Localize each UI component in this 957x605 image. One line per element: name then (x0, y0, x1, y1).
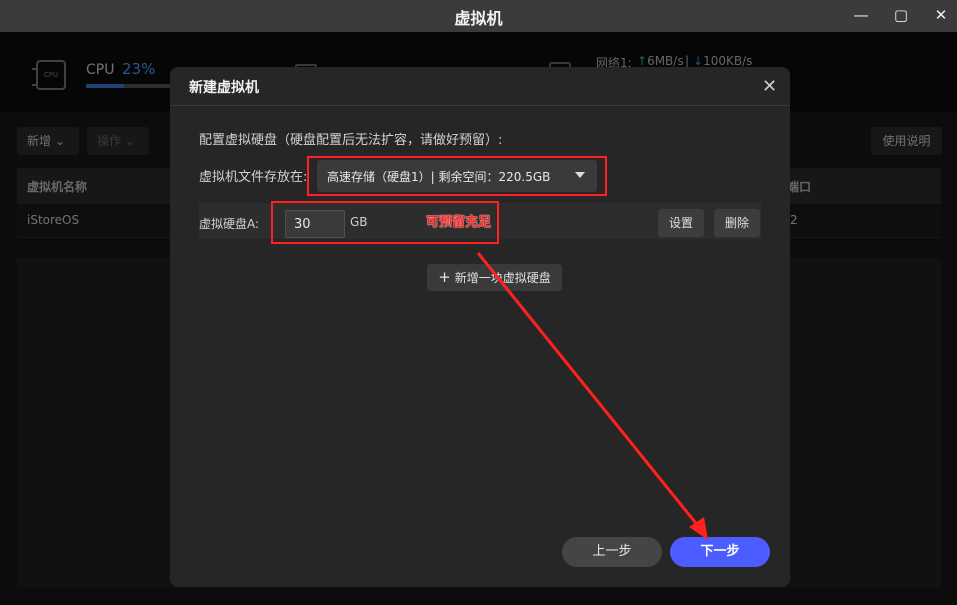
previous-step-button[interactable]: 上一步 (562, 537, 662, 567)
next-step-button[interactable]: 下一步 (670, 537, 770, 567)
disk-a-label: 虚拟硬盘A: (199, 217, 260, 231)
window-title: 虚拟机 (454, 9, 503, 28)
title-bar: 虚拟机 — ▢ ✕ (0, 0, 957, 32)
dialog-title: 新建虚拟机 (189, 80, 259, 96)
close-icon[interactable]: ✕ (762, 78, 777, 96)
annotation-box-storage (307, 156, 607, 196)
new-vm-dialog: 新建虚拟机 ✕ 配置虚拟硬盘（硬盘配置后无法扩容，请做好预留）: 虚拟机文件存放… (170, 67, 790, 587)
disk-delete-button[interactable]: 删除 (714, 209, 760, 237)
minimize-icon[interactable]: — (850, 4, 872, 26)
add-disk-button[interactable]: + 新增一块虚拟硬盘 (427, 264, 562, 291)
storage-location-label: 虚拟机文件存放在: (199, 170, 308, 185)
annotation-box-disk (271, 201, 499, 244)
add-disk-label: 新增一块虚拟硬盘 (454, 271, 551, 285)
dialog-divider (170, 105, 790, 106)
disk-section-label: 配置虚拟硬盘（硬盘配置后无法扩容，请做好预留）: (199, 133, 503, 148)
disk-settings-button[interactable]: 设置 (658, 209, 704, 237)
close-icon[interactable]: ✕ (930, 4, 952, 26)
maximize-icon[interactable]: ▢ (890, 4, 912, 26)
plus-icon: + (438, 268, 451, 286)
app-window: 虚拟机 — ▢ ✕ CPU CPU 23% 网络1: ↑6MB/s | ↓100… (0, 0, 957, 605)
